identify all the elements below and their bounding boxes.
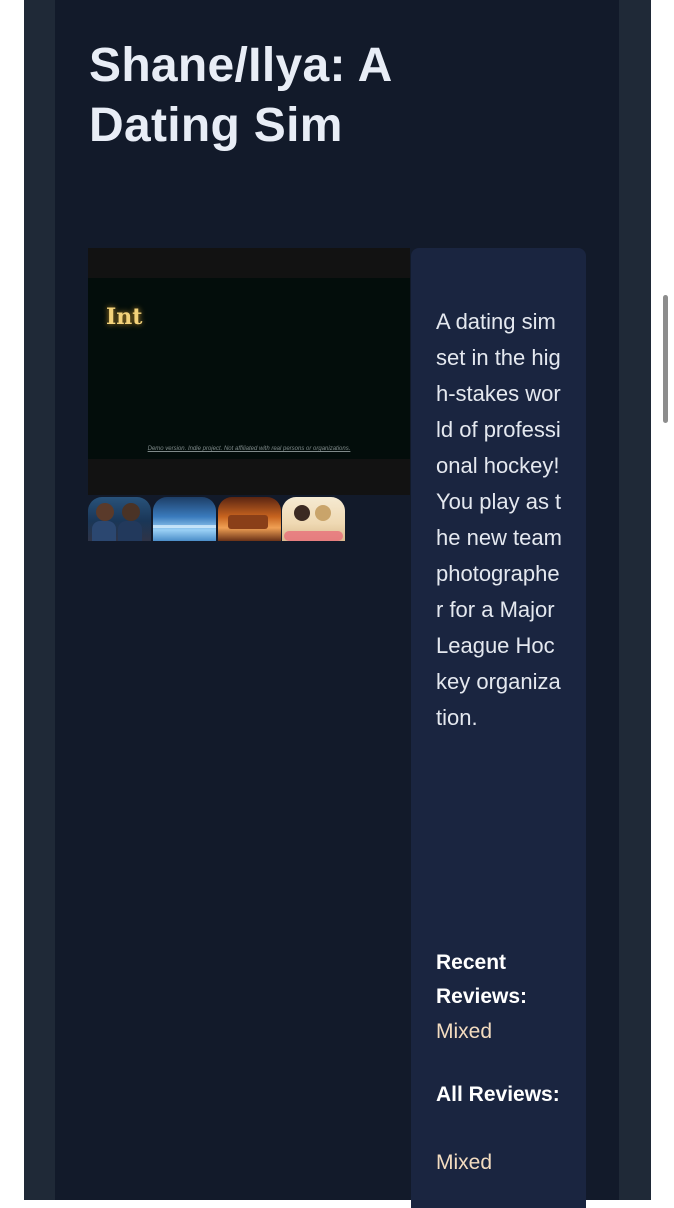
thumbnail-2[interactable] (153, 497, 216, 541)
page-title: Shane/Ilya: A Dating Sim (89, 39, 391, 152)
all-reviews-label: All Reviews: (436, 1083, 560, 1106)
scrollbar[interactable] (663, 295, 668, 423)
thumbnail-3[interactable] (218, 497, 281, 541)
thumbnail-4[interactable] (282, 497, 345, 541)
disclaimer-text: Demo version. Indie project. Not affilia… (147, 446, 351, 452)
all-reviews-value[interactable]: Mixed (436, 1146, 492, 1180)
thumbnail-strip (88, 497, 348, 541)
recent-reviews-label: Recent Reviews: (436, 951, 528, 1008)
info-panel: A dating sim set in the high-stakes worl… (411, 248, 586, 1208)
thumbnail-1[interactable] (88, 497, 151, 541)
game-description: A dating sim set in the high-stakes worl… (436, 309, 562, 730)
screen-text: Int (106, 304, 143, 330)
media-player[interactable]: Int Demo version. Indie project. Not aff… (88, 248, 410, 495)
video-screen[interactable]: Int Demo version. Indie project. Not aff… (88, 278, 410, 459)
recent-reviews-value[interactable]: Mixed (436, 1015, 492, 1049)
